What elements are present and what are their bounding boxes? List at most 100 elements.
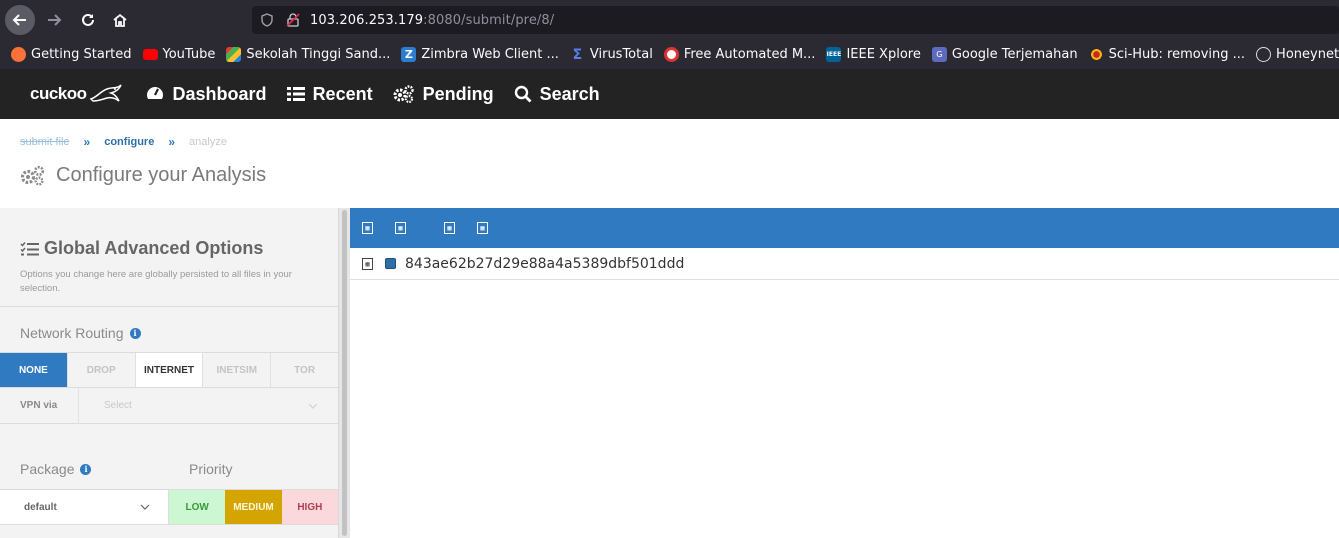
malware-icon [663,47,679,62]
global-options-panel: Global Advanced Options Options you chan… [0,208,338,538]
package-label-text: Package [20,461,75,477]
bookmark-google-translate[interactable]: G Google Terjemahan [931,47,1078,62]
package-priority-row: default LOW MEDIUM HIGH [0,489,338,525]
bookmark-getting-started[interactable]: Getting Started [11,47,132,62]
sts-icon [226,47,242,62]
package-label: Package i [20,461,92,477]
nav-pending-label: Pending [422,83,494,104]
bookmark-zimbra[interactable]: Z Zimbra Web Client ... [401,47,559,62]
search-icon [514,85,532,103]
route-tor-button[interactable]: TOR [271,353,338,387]
file-toggle-icon[interactable]: ▦ [362,257,373,270]
bookmark-label: IEEE Xplore [846,47,921,62]
scrollbar[interactable] [338,208,350,538]
cuckoo-navbar: cuckoo Dashboard Recent Pending Search [0,69,1339,119]
file-checkbox[interactable] [385,258,396,269]
browser-toolbar: 103.206.253.179:8080/submit/pre/8/ [0,0,1339,40]
crumb-analyze: analyze [189,136,227,148]
vpn-label: VPN via [20,400,58,411]
virustotal-icon: Σ [572,46,583,63]
firefox-icon [11,47,26,62]
nav-dashboard-label: Dashboard [172,83,267,104]
crumb-separator: » [83,135,91,149]
bookmark-label: YouTube [162,47,216,62]
nav-recent[interactable]: Recent [286,83,373,105]
bookmark-virustotal[interactable]: Σ VirusTotal [570,46,653,63]
forward-button[interactable] [39,5,69,35]
scrollbar-thumb[interactable] [342,210,347,536]
url-text: 103.206.253.179:8080/submit/pre/8/ [310,13,554,28]
deselect-all-icon[interactable]: ▦ [477,222,488,234]
package-select[interactable]: default [0,490,169,524]
nav-recent-label: Recent [312,83,373,104]
options-description: Options you change here are globally per… [20,269,292,294]
youtube-icon [142,49,158,60]
file-row[interactable]: ▦ 843ae62b27d29e88a4a5389dbf501ddd [350,248,1339,280]
routing-selector: NONE DROP INTERNET INETSIM TOR [0,352,338,388]
chevron-down-icon [308,403,318,409]
bookmark-label: Zimbra Web Client ... [421,47,559,62]
crumb-configure: configure [104,136,155,148]
divider [0,306,338,307]
network-routing-text: Network Routing [20,325,124,341]
vpn-select[interactable]: Select [78,387,338,424]
scihub-icon [1088,47,1104,62]
info-icon[interactable]: i [129,327,141,339]
expand-icon[interactable]: ▦ [362,222,373,234]
bookmark-honeynet[interactable]: Honeynet Map | BS... [1256,47,1339,62]
shield-icon [261,13,273,27]
page-title-text: Configure your Analysis [56,164,267,186]
priority-high-button[interactable]: HIGH [281,490,338,524]
logo-text: cuckoo [30,84,87,103]
url-bar[interactable]: 103.206.253.179:8080/submit/pre/8/ [252,6,1339,34]
collapse-icon[interactable]: ▦ [395,222,406,234]
file-tree-panel: ▦ ▦ ▦ ▦ ▦ 843ae62b27d29e88a4a5389dbf501d… [350,208,1339,538]
route-inetsim-button[interactable]: INETSIM [203,353,272,387]
cuckoo-logo[interactable]: cuckoo [30,81,125,107]
route-internet-button[interactable]: INTERNET [135,353,204,387]
priority-label: Priority [189,461,233,477]
dashboard-icon [146,87,163,103]
back-button[interactable] [5,5,35,35]
bookmark-sekolah[interactable]: Sekolah Tinggi Sand... [226,47,390,62]
bookmark-label: Sci-Hub: removing ... [1108,47,1246,62]
route-drop-button[interactable]: DROP [67,353,136,387]
crumb-submit-file[interactable]: submit file [20,136,70,148]
priority-medium-button[interactable]: MEDIUM [225,490,282,524]
bookmark-label: Sekolah Tinggi Sand... [246,47,391,62]
options-title-text: Global Advanced Options [44,238,264,258]
zimbra-icon: Z [401,47,417,62]
breadcrumb: submit file » configure » analyze [20,135,227,149]
bookmark-free-automated[interactable]: Free Automated M... [663,47,816,62]
gears-icon [20,165,45,185]
bookmark-ieee[interactable]: IEEE IEEE Xplore [826,47,921,62]
bookmark-scihub[interactable]: Sci-Hub: removing ... [1088,47,1246,62]
network-routing-label: Network Routing i [20,325,141,341]
bookmark-label: Google Terjemahan [951,47,1078,62]
home-button[interactable] [105,5,135,35]
nav-dashboard[interactable]: Dashboard [145,84,267,105]
bookmark-label: VirusTotal [589,47,653,62]
priority-low-button[interactable]: LOW [169,490,226,524]
bookmark-youtube[interactable]: YouTube [142,47,216,62]
bookmarks-bar: Getting Started YouTube Sekolah Tinggi S… [0,40,1339,69]
url-path: :8080/submit/pre/8/ [423,12,555,28]
crumb-separator: » [168,135,176,149]
insecure-lock-icon [286,13,300,27]
reload-button[interactable] [73,5,103,35]
checklist-icon [20,241,39,255]
nav-search-label: Search [539,83,600,104]
nav-pending[interactable]: Pending [393,84,494,105]
info-icon[interactable]: i [80,463,92,475]
page-title: Configure your Analysis [20,164,266,187]
bookmark-label: Free Automated M... [683,47,816,62]
route-none-button[interactable]: NONE [0,353,68,387]
bookmark-label: Getting Started [31,47,132,62]
ieee-icon: IEEE [826,47,842,62]
nav-search[interactable]: Search [514,84,600,105]
list-icon [286,87,305,101]
vpn-placeholder: Select [104,400,132,411]
translate-icon: G [931,47,947,62]
select-all-icon[interactable]: ▦ [444,222,455,234]
gears-icon [393,85,414,103]
